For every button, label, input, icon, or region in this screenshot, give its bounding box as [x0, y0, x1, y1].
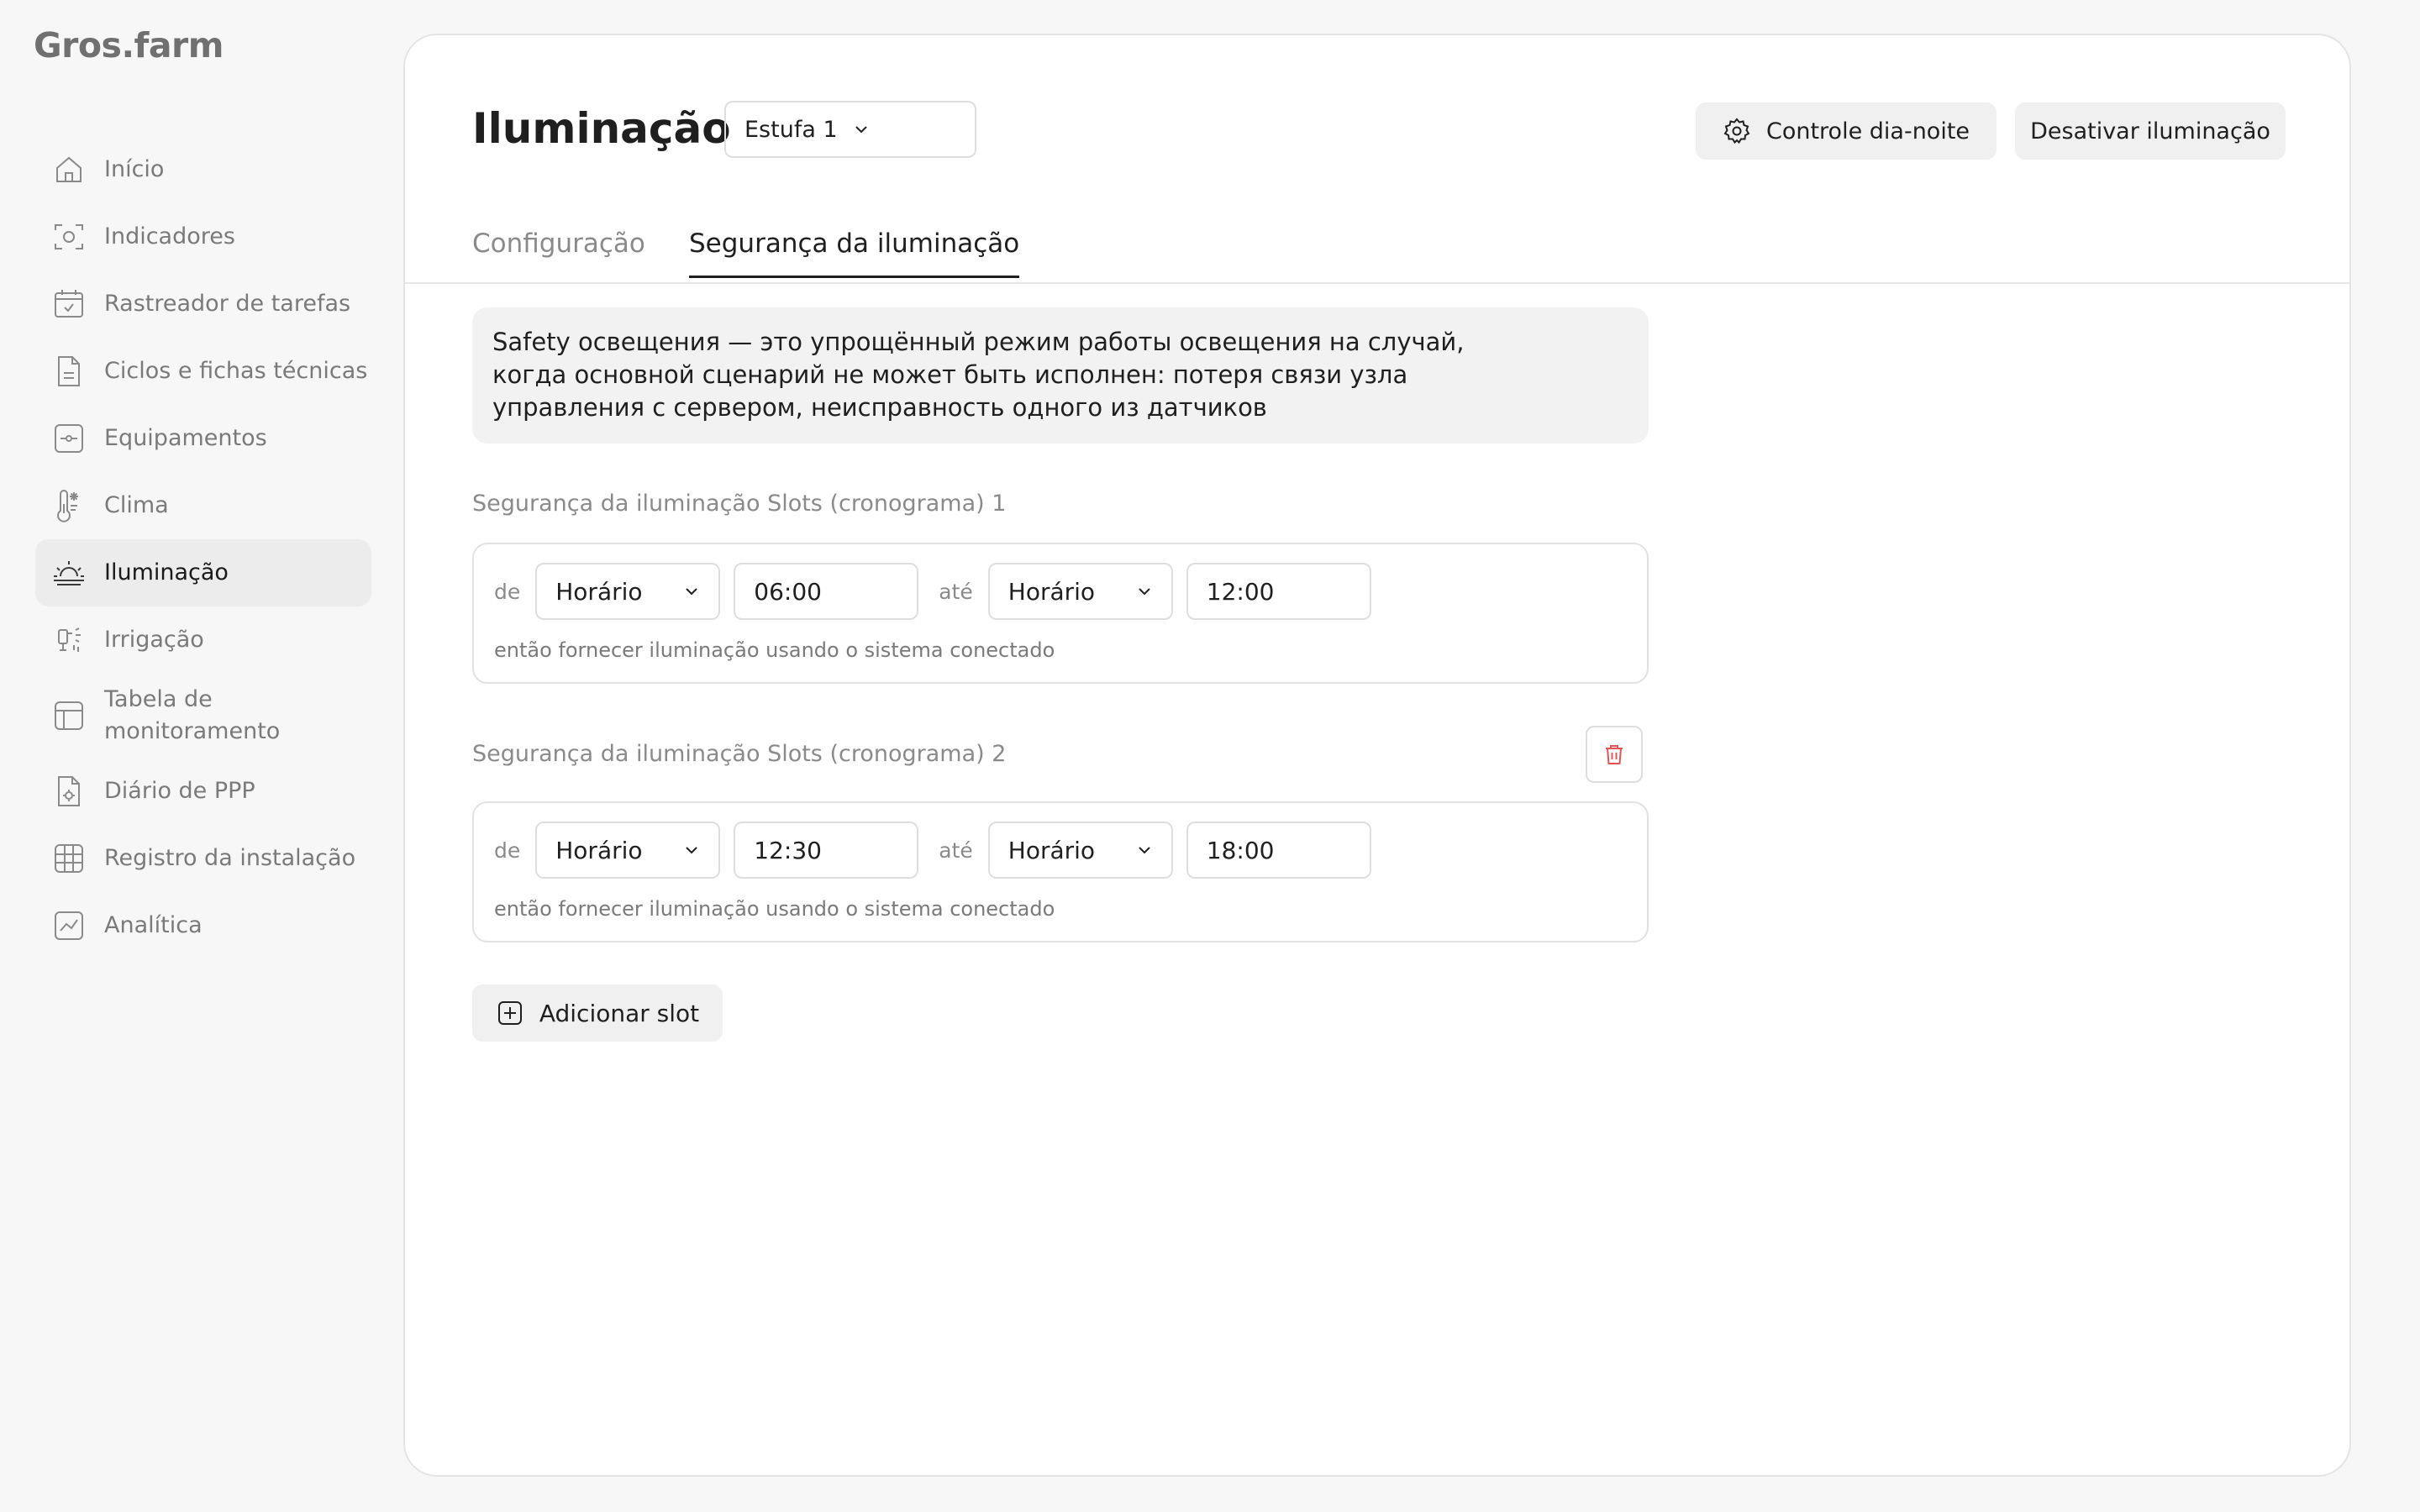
tab-seguranca[interactable]: Segurança da iluminação	[689, 228, 1020, 278]
sunrise-icon	[54, 561, 84, 585]
slot-card: de Horário até Horário então fornecer il…	[472, 543, 1649, 684]
daynight-control-label: Controle dia-noite	[1765, 118, 1970, 144]
add-slot-label: Adicionar slot	[539, 999, 700, 1027]
home-icon	[56, 156, 82, 182]
to-type-value: Horário	[1007, 836, 1096, 864]
plus-square-icon	[497, 1001, 522, 1025]
slot-hint: então fornecer iluminação usando o siste…	[494, 638, 1055, 662]
sidebar-item-analitica[interactable]: Analítica	[35, 892, 371, 959]
slot-title: Segurança da iluminação Slots (cronogram…	[472, 491, 1007, 517]
from-type-value: Horário	[555, 836, 643, 864]
slot-row: de Horário até Horário	[494, 563, 1371, 620]
greenhouse-select-value: Estufa 1	[744, 116, 838, 143]
thermometer-icon	[57, 490, 78, 522]
sidebar-item-label: Diário de PPP	[104, 778, 255, 804]
from-time-input[interactable]	[734, 563, 919, 620]
chevron-down-icon	[855, 126, 867, 134]
delete-slot-button[interactable]	[1586, 726, 1643, 783]
info-line: управления с сервером, неисправность одн…	[492, 393, 1267, 422]
equipment-icon	[55, 424, 83, 453]
sprinkler-icon	[58, 627, 81, 652]
from-type-select[interactable]: Horário	[535, 822, 721, 879]
to-label: até	[939, 579, 973, 604]
sidebar-item-tabela[interactable]: Tabela de monitoramento	[35, 674, 371, 758]
trash-icon	[1606, 745, 1623, 764]
tab-configuracao[interactable]: Configuração	[472, 228, 645, 276]
from-type-select[interactable]: Horário	[535, 563, 721, 620]
chevron-down-icon	[686, 588, 697, 596]
disable-lighting-label: Desativar iluminação	[2030, 118, 2270, 144]
sidebar-item-inicio[interactable]: Início	[35, 136, 371, 203]
chart-icon	[55, 911, 83, 940]
sidebar-item-label: Iluminação	[104, 559, 229, 585]
gear-icon	[1723, 118, 1750, 144]
sidebar-item-label: Analítica	[104, 912, 203, 938]
sidebar-item-ciclos[interactable]: Ciclos e fichas técnicas	[35, 338, 371, 405]
tabs-bar: Configuração Segurança da iluminação	[405, 203, 2349, 284]
slot-hint: então fornecer iluminação usando o siste…	[494, 897, 1055, 921]
table-icon	[55, 701, 83, 730]
sidebar-item-rastreador[interactable]: Rastreador de tarefas	[35, 270, 371, 338]
camera-icon	[55, 224, 83, 249]
to-time-input[interactable]	[1186, 822, 1371, 879]
sidebar-item-label: Tabela de monitoramento	[104, 686, 281, 744]
info-line: когда основной сценарий не может быть ис…	[492, 360, 1408, 389]
sidebar-item-label: Clima	[104, 492, 169, 518]
from-type-value: Horário	[555, 577, 643, 606]
daynight-control-button[interactable]: Controle dia-noite	[1696, 102, 1996, 160]
sidebar-item-iluminacao[interactable]: Iluminação	[35, 539, 371, 606]
sidebar-item-diario-ppp[interactable]: Diário de PPP	[35, 758, 371, 825]
from-label: de	[494, 837, 521, 863]
sidebar-item-label: Início	[104, 156, 165, 182]
chevron-down-icon	[686, 847, 697, 854]
slot-row: de Horário até Horário	[494, 822, 1371, 879]
grid-icon	[55, 844, 83, 873]
main-card: Iluminação Estufa 1 Controle dia-noite D…	[403, 34, 2351, 1477]
info-box: Safety освещения — это упрощённый режим …	[472, 307, 1649, 444]
disable-lighting-button[interactable]: Desativar iluminação	[2015, 102, 2286, 160]
info-line: Safety освещения — это упрощённый режим …	[492, 328, 1465, 356]
from-time-input[interactable]	[734, 822, 919, 879]
sidebar-item-label: Rastreador de tarefas	[104, 291, 351, 317]
sidebar-nav: Início Indicadores Rastreador de tarefas…	[35, 136, 371, 959]
sidebar-item-clima[interactable]: Clima	[35, 472, 371, 539]
calendar-check-icon	[55, 290, 83, 318]
sidebar-item-equipamentos[interactable]: Equipamentos	[35, 405, 371, 472]
add-slot-button[interactable]: Adicionar slot	[472, 984, 723, 1042]
from-label: de	[494, 579, 521, 604]
to-time-input[interactable]	[1186, 563, 1371, 620]
chevron-down-icon	[1139, 588, 1150, 596]
chevron-down-icon	[1139, 847, 1150, 854]
sidebar-item-label: Equipamentos	[104, 425, 267, 451]
to-type-select[interactable]: Horário	[987, 822, 1173, 879]
greenhouse-select[interactable]: Estufa 1	[724, 101, 976, 158]
slot-title: Segurança da iluminação Slots (cronogram…	[472, 741, 1007, 767]
slot-card: de Horário até Horário então fornecer il…	[472, 801, 1649, 942]
sidebar-item-label: Registro da instalação	[104, 845, 356, 871]
ppp-document-icon	[58, 776, 80, 806]
app-logo[interactable]: Gros.farm	[34, 25, 224, 66]
page-title: Iluminação	[472, 104, 731, 153]
document-icon	[58, 356, 80, 386]
to-type-select[interactable]: Horário	[987, 563, 1173, 620]
sidebar-item-registro[interactable]: Registro da instalação	[35, 825, 371, 892]
to-label: até	[939, 837, 973, 863]
sidebar-item-indicadores[interactable]: Indicadores	[35, 203, 371, 270]
sidebar-item-label: Ciclos e fichas técnicas	[104, 358, 368, 384]
sidebar-item-irrigacao[interactable]: Irrigação	[35, 606, 371, 674]
to-type-value: Horário	[1007, 577, 1096, 606]
sidebar-item-label: Irrigação	[104, 627, 204, 653]
sidebar-item-label: Indicadores	[104, 223, 235, 249]
